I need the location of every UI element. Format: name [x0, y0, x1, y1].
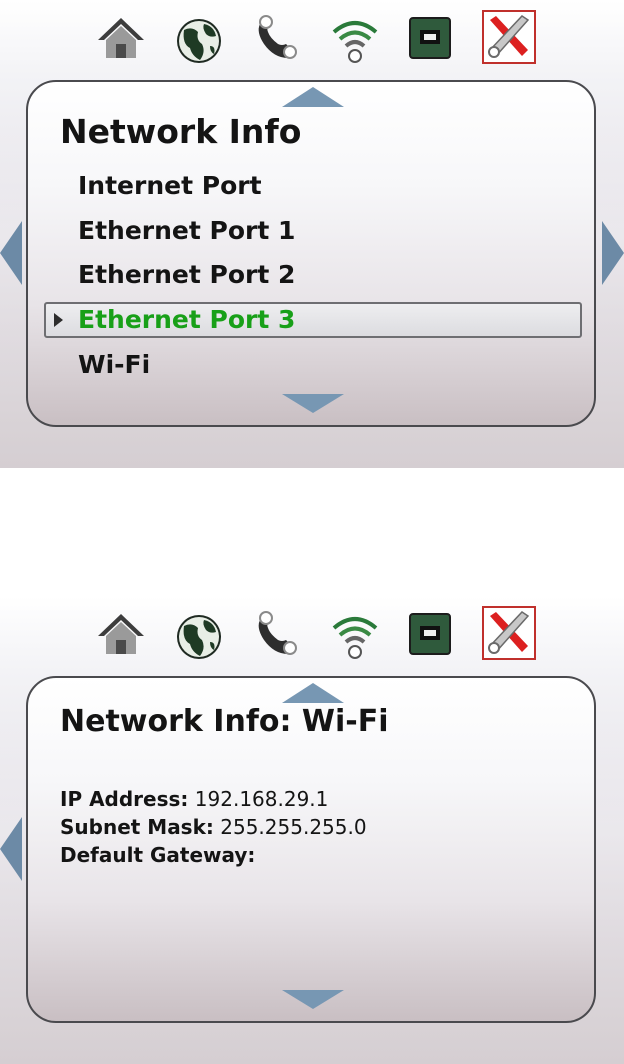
ethernet-icon[interactable] — [406, 14, 460, 68]
wifi-icon[interactable] — [328, 610, 382, 664]
scroll-up-arrow[interactable] — [282, 87, 344, 107]
ip-address-label: IP Address: — [60, 787, 189, 811]
phone-icon[interactable] — [250, 12, 304, 66]
home-icon[interactable] — [94, 608, 148, 662]
previous-page-arrow[interactable] — [0, 817, 22, 881]
globe-icon[interactable] — [172, 16, 226, 70]
globe-icon[interactable] — [172, 612, 226, 666]
subnet-mask-row: Subnet Mask: 255.255.255.0 — [60, 813, 367, 841]
network-info-menu-screen: Network Info Internet Port Ethernet Port… — [0, 0, 624, 468]
menu-item-ethernet-port-2[interactable]: Ethernet Port 2 — [78, 256, 295, 294]
home-icon[interactable] — [94, 12, 148, 66]
subnet-mask-label: Subnet Mask: — [60, 815, 214, 839]
top-icon-bar — [0, 8, 624, 68]
network-info-wifi-screen: Network Info: Wi-Fi IP Address: 192.168.… — [0, 596, 624, 1064]
tools-icon[interactable] — [482, 606, 536, 660]
selection-arrow-icon — [54, 313, 63, 327]
ip-address-row: IP Address: 192.168.29.1 — [60, 785, 328, 813]
default-gateway-label: Default Gateway: — [60, 843, 256, 867]
tools-icon[interactable] — [482, 10, 536, 64]
scroll-down-arrow[interactable] — [282, 990, 344, 1009]
top-icon-bar — [0, 604, 624, 664]
menu-item-wi-fi[interactable]: Wi-Fi — [78, 346, 150, 384]
wifi-icon[interactable] — [328, 14, 382, 68]
menu-item-ethernet-port-3[interactable]: Ethernet Port 3 — [78, 301, 295, 339]
menu-item-internet-port[interactable]: Internet Port — [78, 167, 262, 205]
scroll-up-arrow[interactable] — [282, 683, 344, 703]
default-gateway-row: Default Gateway: — [60, 841, 255, 869]
previous-page-arrow[interactable] — [0, 221, 22, 285]
page-title: Network Info: Wi-Fi — [60, 704, 389, 739]
menu-item-ethernet-port-1[interactable]: Ethernet Port 1 — [78, 212, 295, 250]
ethernet-icon[interactable] — [406, 610, 460, 664]
page-title: Network Info — [60, 112, 302, 151]
ip-address-value: 192.168.29.1 — [194, 787, 329, 811]
next-page-arrow[interactable] — [602, 221, 624, 285]
phone-icon[interactable] — [250, 608, 304, 662]
subnet-mask-value: 255.255.255.0 — [220, 815, 367, 839]
scroll-down-arrow[interactable] — [282, 394, 344, 413]
